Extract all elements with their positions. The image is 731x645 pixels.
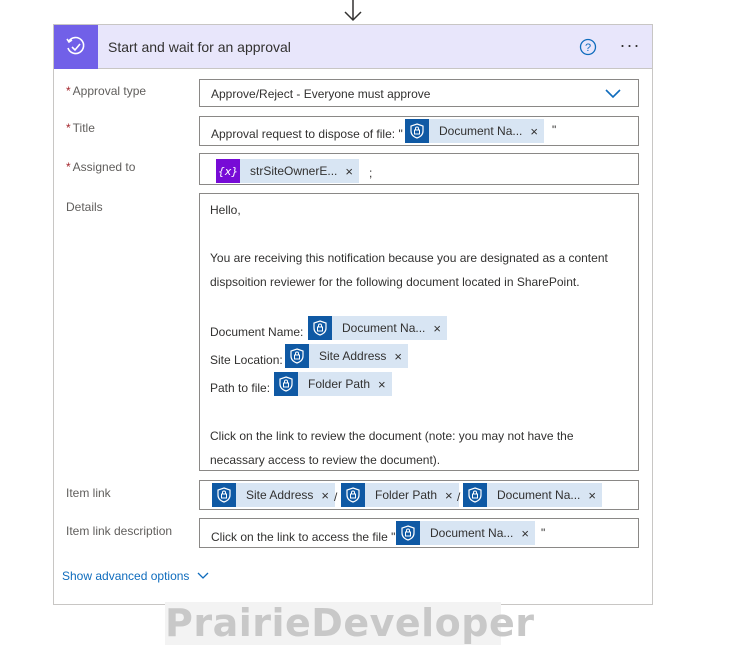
show-advanced-options-link[interactable]: Show advanced options [62, 569, 209, 583]
item-link-description-suffix: " [541, 526, 546, 540]
token-label: Site Address [246, 488, 314, 502]
details-line: You are receiving this notification beca… [210, 251, 608, 265]
details-field[interactable]: Hello, You are receiving this notificati… [199, 193, 639, 471]
close-icon[interactable]: × [321, 488, 335, 503]
action-title: Start and wait for an approval [108, 39, 291, 55]
path-separator: / [334, 490, 338, 504]
token-label: Folder Path [375, 488, 438, 502]
sharepoint-icon [396, 521, 420, 545]
required-mark: * [66, 121, 71, 135]
required-mark: * [66, 84, 71, 98]
document-name-token[interactable]: Document Na... × [405, 119, 544, 143]
chevron-down-icon[interactable] [604, 87, 622, 99]
title-suffix-text: " [552, 123, 557, 137]
close-icon[interactable]: × [521, 526, 535, 541]
details-line: necassary access to review the document)… [210, 453, 441, 467]
details-line: Click on the link to review the document… [210, 429, 574, 443]
close-icon[interactable]: × [433, 321, 447, 336]
item-link-description-field[interactable]: Click on the link to access the file " D… [199, 518, 639, 548]
advanced-options-label: Show advanced options [62, 569, 190, 583]
site-address-token[interactable]: Site Address × [285, 344, 408, 368]
token-label: Document Na... [439, 124, 523, 138]
arrow-down-icon [344, 0, 362, 22]
token-label: Document Na... [430, 526, 514, 540]
close-icon[interactable]: × [588, 488, 602, 503]
folder-path-token[interactable]: Folder Path × [274, 372, 392, 396]
item-link-description-label: Item link description [66, 524, 173, 538]
details-line: dispsoition reviewer for the following d… [210, 275, 580, 289]
sharepoint-icon [285, 344, 309, 368]
sharepoint-icon [308, 316, 332, 340]
assigned-to-label: * Assigned to [66, 160, 135, 174]
path-to-file-label: Path to file: [210, 381, 271, 395]
close-icon[interactable]: × [530, 124, 544, 139]
watermark: PrairieDeveloper [165, 601, 535, 645]
more-options-icon[interactable]: ··· [616, 35, 644, 59]
assigned-to-label-text: Assigned to [72, 160, 136, 174]
title-prefix-text: Approval request to dispose of file: " [211, 127, 403, 141]
sharepoint-icon [463, 483, 487, 507]
assigned-to-suffix: ; [369, 166, 373, 180]
site-location-label: Site Location: [210, 353, 283, 367]
title-label-text: Title [72, 121, 95, 135]
document-name-token[interactable]: Document Na... × [396, 521, 535, 545]
svg-text:?: ? [585, 42, 591, 54]
card-header[interactable]: Start and wait for an approval ? ··· [54, 25, 652, 69]
assigned-to-field[interactable]: {x} strSiteOwnerE... × ; [199, 153, 639, 185]
path-separator: / [457, 490, 461, 504]
details-line: Hello, [210, 203, 241, 217]
folder-path-token[interactable]: Folder Path × [341, 483, 459, 507]
sharepoint-icon [274, 372, 298, 396]
close-icon[interactable]: × [378, 377, 392, 392]
item-link-description-prefix: Click on the link to access the file " [211, 530, 396, 544]
help-icon[interactable]: ? [578, 37, 598, 57]
document-name-token[interactable]: Document Na... × [308, 316, 447, 340]
item-link-label: Item link [66, 486, 111, 500]
required-mark: * [66, 160, 71, 174]
approval-icon [54, 25, 98, 69]
item-link-field[interactable]: Site Address × / Folder Path × / Documen… [199, 480, 639, 510]
sharepoint-icon [341, 483, 365, 507]
title-label: * Title [66, 121, 95, 135]
approval-type-label: * Approval type [66, 84, 146, 98]
site-owner-email-token[interactable]: {x} strSiteOwnerE... × [216, 159, 359, 183]
chevron-down-icon [197, 572, 209, 579]
token-label: Site Address [319, 349, 387, 363]
approval-type-dropdown[interactable]: Approve/Reject - Everyone must approve [199, 79, 639, 107]
document-name-token[interactable]: Document Na... × [463, 483, 602, 507]
close-icon[interactable]: × [345, 164, 359, 179]
token-label: strSiteOwnerE... [250, 164, 338, 178]
variable-icon: {x} [216, 159, 240, 183]
token-label: Document Na... [497, 488, 581, 502]
sharepoint-icon [405, 119, 429, 143]
title-field[interactable]: Approval request to dispose of file: " D… [199, 116, 639, 146]
site-address-token[interactable]: Site Address × [212, 483, 335, 507]
approval-action-card: Start and wait for an approval ? ··· * Ap… [53, 24, 653, 605]
token-label: Document Na... [342, 321, 426, 335]
close-icon[interactable]: × [394, 349, 408, 364]
details-label: Details [66, 200, 103, 214]
document-name-label: Document Name: [210, 325, 304, 339]
approval-type-label-text: Approval type [72, 84, 147, 98]
sharepoint-icon [212, 483, 236, 507]
token-label: Folder Path [308, 377, 371, 391]
approval-type-value: Approve/Reject - Everyone must approve [211, 87, 431, 101]
